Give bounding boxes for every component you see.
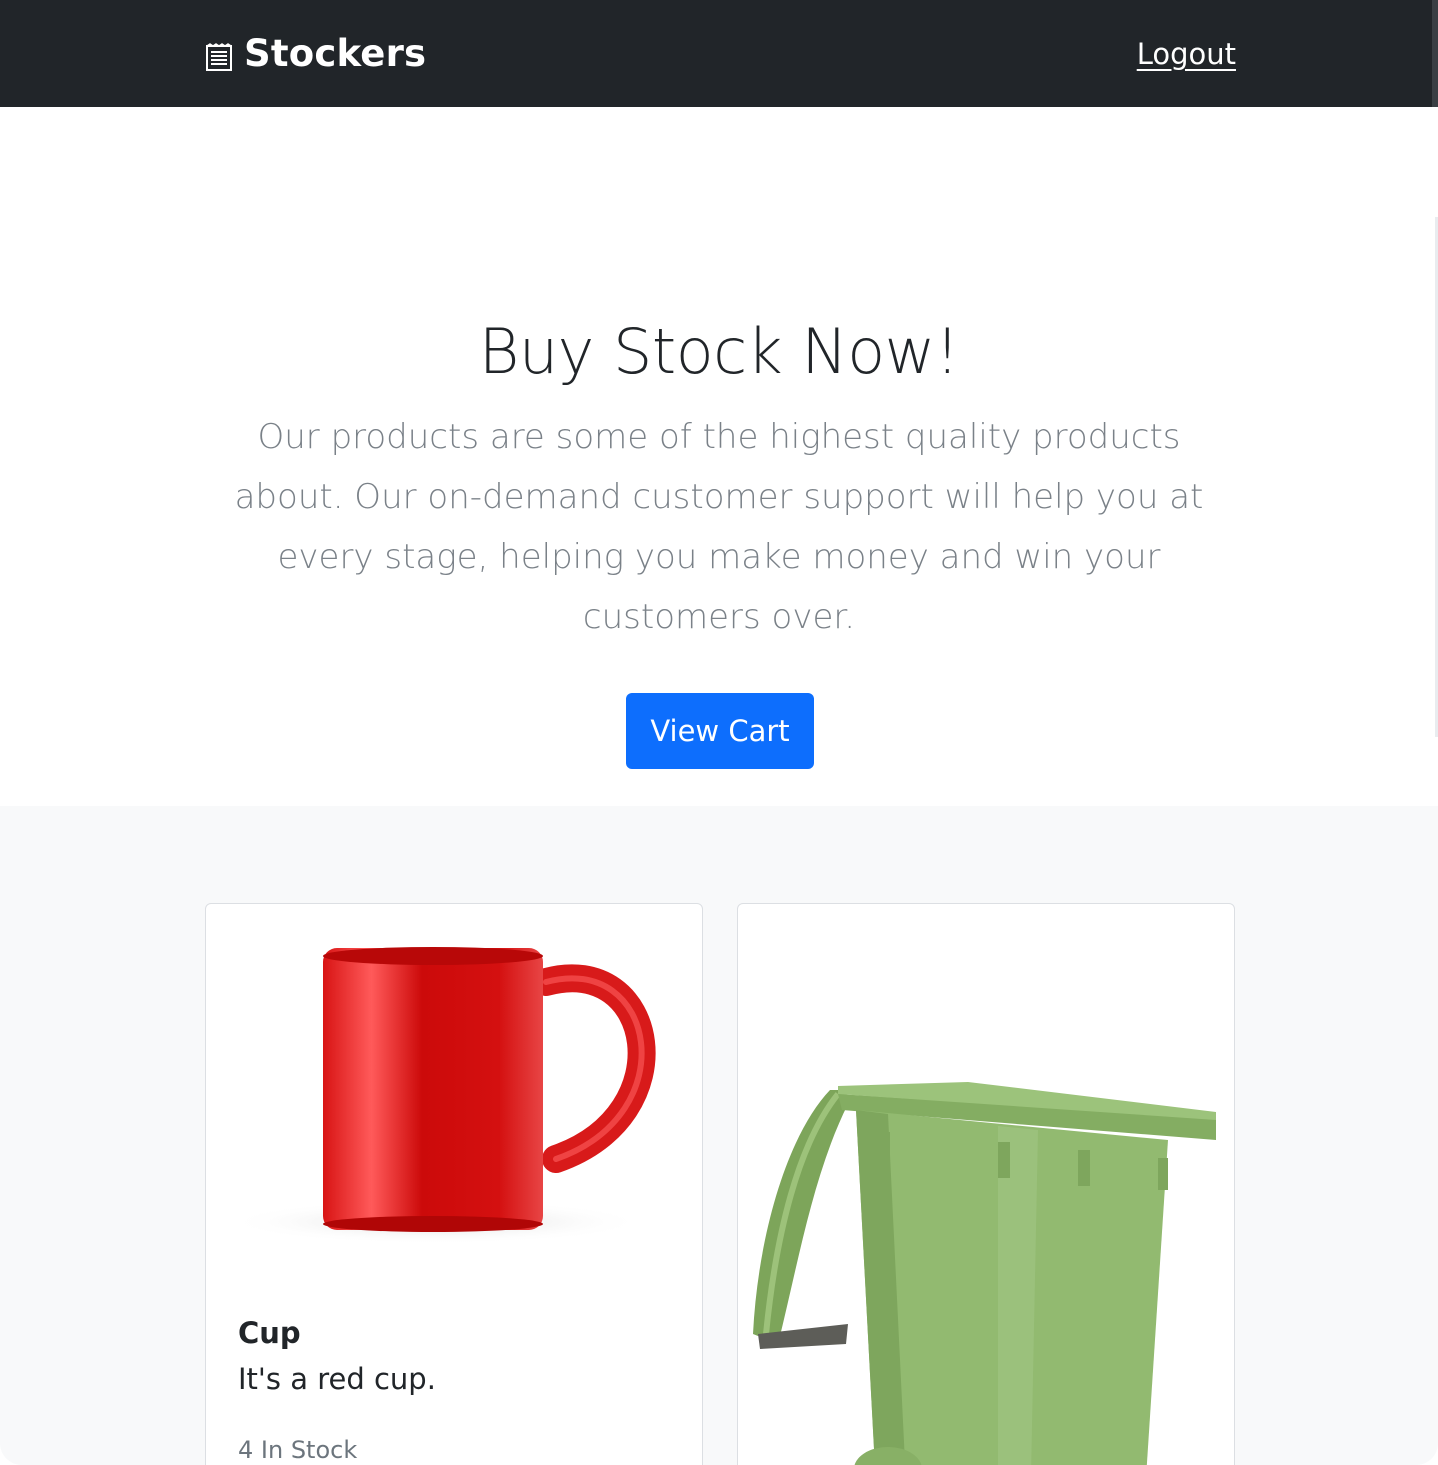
product-description: It's a red cup.	[238, 1362, 436, 1396]
scrollbar[interactable]	[1432, 0, 1438, 107]
product-stock: 4 In Stock	[238, 1436, 358, 1464]
page: Stockers Logout Buy Stock Now! Our produ…	[0, 0, 1438, 1465]
hero-lead: Our products are some of the highest qua…	[234, 417, 1204, 637]
navbar: Stockers Logout	[0, 0, 1438, 107]
product-card	[737, 903, 1235, 1465]
product-card-body: Cup It's a red cup. 4 In Stock	[238, 1316, 672, 1464]
products-section: Cup It's a red cup. 4 In Stock	[0, 806, 1438, 1465]
brand-name: Stockers	[244, 32, 427, 75]
view-cart-button[interactable]: View Cart	[626, 693, 814, 769]
product-card: Cup It's a red cup. 4 In Stock	[205, 903, 703, 1465]
logout-link[interactable]: Logout	[1137, 37, 1236, 71]
red-mug-image	[206, 904, 702, 1294]
green-bin-image	[738, 904, 1234, 1465]
product-title: Cup	[238, 1316, 301, 1350]
receipt-icon	[204, 39, 234, 71]
navbar-container: Stockers Logout	[204, 0, 1236, 107]
brand-link[interactable]: Stockers	[204, 32, 426, 75]
hero-title: Buy Stock Now!	[478, 315, 960, 388]
hero-section: Buy Stock Now! Our products are some of …	[0, 107, 1438, 806]
